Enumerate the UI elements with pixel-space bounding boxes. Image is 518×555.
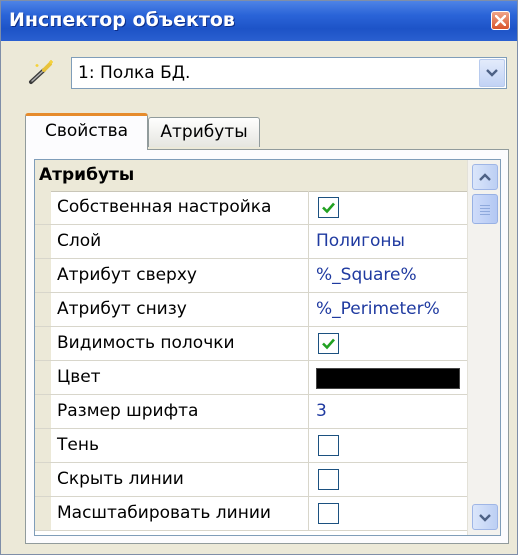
close-button[interactable] bbox=[491, 11, 510, 30]
property-row-font-size[interactable]: Размер шрифта 3 bbox=[35, 395, 467, 429]
property-value bbox=[310, 327, 467, 360]
property-value[interactable]: Полигоны bbox=[310, 225, 467, 258]
row-gutter bbox=[35, 293, 51, 326]
shadow-checkbox[interactable] bbox=[318, 435, 339, 456]
row-gutter bbox=[35, 225, 51, 258]
property-row-scale-lines[interactable]: Масштабировать линии bbox=[35, 497, 467, 531]
checkmark-icon bbox=[322, 202, 335, 214]
property-name: Атрибут сверху bbox=[51, 259, 309, 292]
chevron-up-icon bbox=[479, 173, 491, 181]
tab-attributes[interactable]: Атрибуты bbox=[148, 117, 260, 147]
row-gutter bbox=[35, 259, 51, 292]
object-inspector-window: Инспектор объектов 1: Полка БД. Свойства… bbox=[0, 0, 518, 555]
window-title: Инспектор объектов bbox=[9, 9, 235, 31]
group-header[interactable]: Атрибуты bbox=[35, 160, 467, 192]
property-name: Цвет bbox=[51, 361, 309, 394]
color-swatch[interactable] bbox=[316, 368, 460, 389]
group-title: Атрибуты bbox=[39, 165, 135, 185]
row-gutter bbox=[35, 395, 51, 428]
property-row-layer[interactable]: Слой Полигоны bbox=[35, 225, 467, 259]
property-value bbox=[310, 429, 467, 462]
row-gutter bbox=[35, 361, 51, 394]
row-gutter bbox=[35, 429, 51, 462]
property-row-shadow[interactable]: Тень bbox=[35, 429, 467, 463]
property-name: Тень bbox=[51, 429, 309, 462]
thumb-grip bbox=[480, 205, 490, 206]
property-name: Масштабировать линии bbox=[51, 497, 309, 530]
hide-lines-checkbox[interactable] bbox=[318, 469, 339, 490]
scroll-up-button[interactable] bbox=[472, 164, 498, 190]
property-value bbox=[310, 361, 467, 394]
property-value[interactable]: %_Square% bbox=[310, 259, 467, 292]
close-icon bbox=[495, 15, 506, 26]
tab-properties-label: Свойства bbox=[44, 121, 129, 141]
scale-lines-checkbox[interactable] bbox=[318, 503, 339, 524]
property-name: Собственная настройка bbox=[51, 191, 309, 224]
shelf-visibility-checkbox[interactable] bbox=[318, 333, 339, 354]
row-gutter bbox=[35, 327, 51, 360]
property-value[interactable]: 3 bbox=[310, 395, 467, 428]
property-value bbox=[310, 497, 467, 530]
object-select-dropdown-button[interactable] bbox=[479, 59, 505, 87]
property-row-shelf-visibility[interactable]: Видимость полочки bbox=[35, 327, 467, 361]
tab-attributes-label: Атрибуты bbox=[160, 122, 248, 142]
property-row-top-attribute[interactable]: Атрибут сверху %_Square% bbox=[35, 259, 467, 293]
scroll-down-button[interactable] bbox=[472, 504, 498, 530]
chevron-down-icon bbox=[479, 514, 491, 522]
property-row-color[interactable]: Цвет bbox=[35, 361, 467, 395]
vertical-scrollbar[interactable] bbox=[467, 160, 500, 535]
thumb-grip bbox=[480, 208, 490, 209]
tab-properties[interactable]: Свойства bbox=[25, 113, 148, 150]
object-select-value: 1: Полка БД. bbox=[78, 63, 191, 83]
scroll-thumb[interactable] bbox=[472, 194, 498, 224]
row-gutter bbox=[35, 463, 51, 496]
thumb-grip bbox=[480, 214, 490, 215]
property-value bbox=[310, 191, 467, 224]
checkmark-icon bbox=[322, 338, 335, 350]
property-row-bottom-attribute[interactable]: Атрибут снизу %_Perimeter% bbox=[35, 293, 467, 327]
property-name: Видимость полочки bbox=[51, 327, 309, 360]
property-value bbox=[310, 463, 467, 496]
magic-wand-icon bbox=[27, 56, 59, 88]
property-value[interactable]: %_Perimeter% bbox=[310, 293, 467, 326]
property-grid: Атрибуты Собственная настройка Слой Поли… bbox=[34, 159, 501, 536]
thumb-grip bbox=[480, 211, 490, 212]
title-bar[interactable]: Инспектор объектов bbox=[1, 1, 517, 41]
property-row-own-settings[interactable]: Собственная настройка bbox=[35, 191, 467, 225]
row-gutter bbox=[35, 497, 51, 530]
property-name: Слой bbox=[51, 225, 309, 258]
row-gutter bbox=[35, 191, 51, 224]
property-name: Размер шрифта bbox=[51, 395, 309, 428]
object-select[interactable]: 1: Полка БД. bbox=[71, 57, 507, 89]
chevron-down-icon bbox=[486, 69, 498, 77]
own-settings-checkbox[interactable] bbox=[318, 197, 339, 218]
property-name: Атрибут снизу bbox=[51, 293, 309, 326]
property-name: Скрыть линии bbox=[51, 463, 309, 496]
property-row-hide-lines[interactable]: Скрыть линии bbox=[35, 463, 467, 497]
